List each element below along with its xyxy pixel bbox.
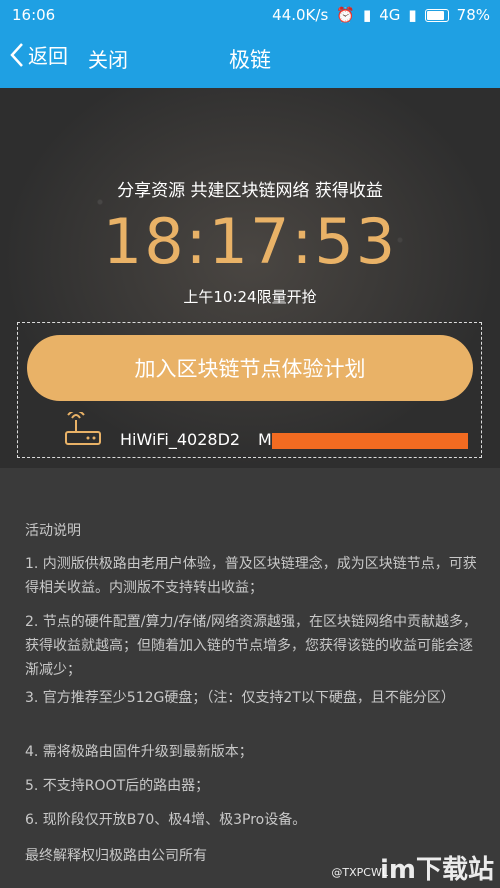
mac-prefix: M [258, 430, 272, 449]
rule-item: 4. 需将极路由固件升级到最新版本； [25, 744, 253, 760]
status-bar: 16:06 44.0K/s ⏰ ▮ 4G ▮ 78% [0, 0, 500, 30]
page-title: 极链 [229, 48, 271, 72]
nav-bar: 返回 关闭 极链 [0, 30, 500, 88]
network-speed: 44.0K/s [272, 6, 329, 24]
redaction-bar [272, 433, 468, 449]
status-time: 16:06 [12, 6, 56, 24]
rule-item: 5. 不支持ROOT后的路由器； [25, 778, 210, 794]
countdown-clock: 18:17:53 [102, 205, 398, 278]
wifi-name: HiWiFi_4028D2 [120, 430, 241, 449]
rules-footer: 最终解释权归极路由公司所有 [25, 848, 207, 864]
rule-item: 3. 官方推荐至少512G硬盘；（注：仅支持2T以下硬盘，且不能分区） [25, 690, 455, 706]
rule-item: 6. 现阶段仅开放B70、极4增、极3Pro设备。 [25, 812, 307, 828]
watermark-logo: im下载站 [379, 855, 494, 885]
limit-time-text: 上午10:24限量开抢 [183, 288, 317, 306]
rule-item: 2. 节点的硬件配置/算力/存储/网络资源越强，在区块链网络中贡献越多，获得收益… [25, 614, 477, 678]
router-icon [65, 412, 101, 445]
wifi-signal-icon: ▮ [408, 6, 417, 24]
signal-icon: ▮ [362, 6, 372, 24]
network-type: 4G [379, 6, 401, 24]
battery-icon [424, 8, 449, 22]
rule-item: 1. 内测版供极路由老用户体验，普及区块链理念，成为区块链节点，可获得相关收益。… [25, 556, 477, 596]
battery-percent: 78% [456, 6, 490, 24]
rules-title: 活动说明 [25, 523, 81, 539]
join-blockchain-button[interactable]: 加入区块链节点体验计划 [27, 335, 473, 401]
slogan: 分享资源 共建区块链网络 获得收益 [117, 181, 383, 201]
alarm-icon: ⏰ [336, 6, 355, 24]
status-right: 44.0K/s ⏰ ▮ 4G ▮ 78% [272, 6, 490, 24]
